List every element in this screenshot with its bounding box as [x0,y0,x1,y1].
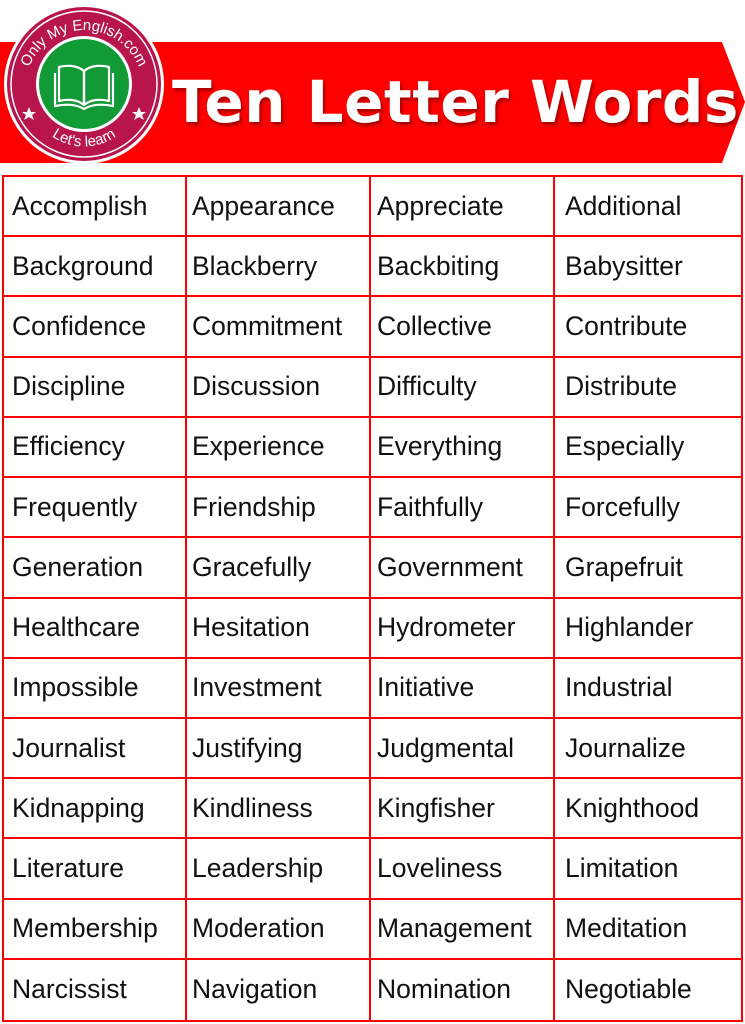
word-cell: Hesitation [187,598,371,659]
word-cell: Additional [555,177,741,238]
word-cell: Leadership [187,839,371,900]
word-cell: Forcefully [555,478,741,539]
word-cell: Judgmental [371,718,555,780]
word-cell: Contribute [555,297,741,358]
page-title: Ten Letter Words [172,68,739,136]
word-cell: Highlander [555,599,741,659]
word-cell: Moderation [187,899,371,960]
word-cell: Grapefruit [555,538,741,599]
word-cell: Government [371,538,555,599]
word-cell: Background [4,237,187,298]
word-cell: Confidence [4,297,187,358]
word-cell: Discipline [4,357,187,418]
word-cell: Generation [4,538,187,599]
word-cell: Limitation [555,839,741,900]
word-cell: Frequently [4,478,187,539]
word-cell: Knighthood [555,779,741,840]
word-cell: Industrial [555,659,741,719]
word-cell: Initiative [371,658,555,719]
word-cell: Gracefully [187,538,371,599]
word-table: Accomplish Appearance Appreciate Additional… [2,175,743,1022]
word-cell: Efficiency [4,417,187,479]
word-cell: Navigation [187,959,371,1020]
word-cell: Investment [187,658,371,719]
word-cell: Kidnapping [4,779,187,840]
word-cell: Impossible [4,658,187,719]
word-cell: Negotiable [565,974,692,1005]
word-cell: Healthcare [4,598,187,659]
word-cell: Commitment [187,297,371,358]
word-cell: Everything [371,417,555,479]
word-cell: Distribute [555,358,741,418]
word-cell: Journalize [555,719,741,780]
word-cell: Especially [555,418,741,479]
word-cell: Journalist [4,718,187,780]
word-cell: Literature [4,839,187,900]
word-cell: Babysitter [555,237,741,298]
word-cell: Appearance [187,177,371,238]
word-cell: Appreciate [371,177,555,238]
word-cell: Difficulty [371,357,555,418]
word-cell: Kingfisher [371,779,555,840]
word-cell: Discussion [187,357,371,418]
word-cell: Faithfully [371,478,555,539]
word-cell: Membership [4,899,187,960]
word-cell: Accomplish [4,177,187,238]
word-cell: Experience [187,417,371,479]
word-cell: Hydrometer [371,598,555,659]
word-cell: Friendship [187,478,371,539]
word-cell: Kindliness [187,779,371,840]
word-cell: Management [371,899,555,960]
word-cell: Nomination [371,959,555,1020]
word-cell: Collective [371,297,555,358]
word-cell: Loveliness [371,839,555,900]
word-cell: Justifying [187,718,371,780]
word-cell: Meditation [555,900,741,960]
word-cell: Blackberry [187,237,371,298]
word-cell: Narcissist [4,959,187,1020]
word-cell: Backbiting [371,237,555,298]
logo: Only My English.com Let's learn [3,3,165,165]
